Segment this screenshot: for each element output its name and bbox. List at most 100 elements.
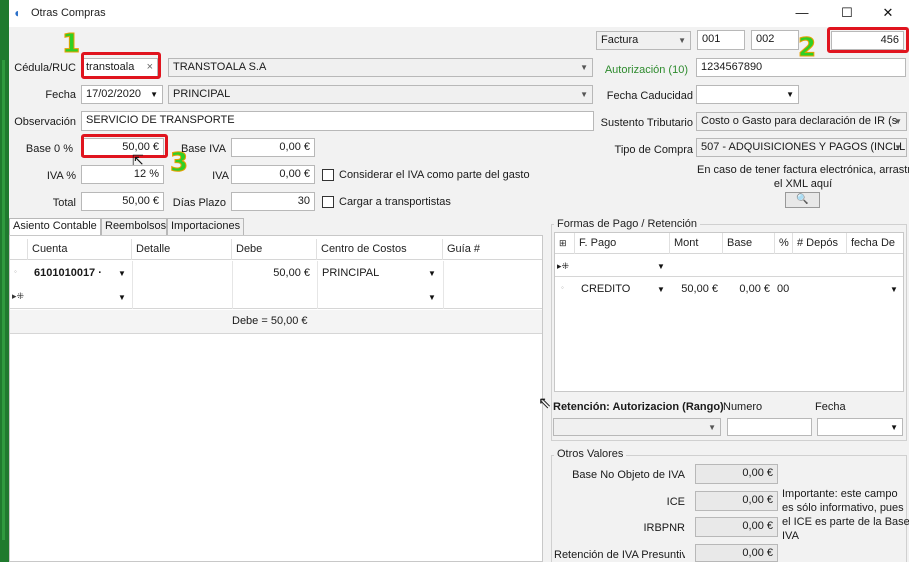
retencion-fecha-label: Fecha — [815, 401, 846, 413]
tab-importaciones[interactable]: Importaciones — [167, 218, 244, 235]
fpago-cell[interactable]: CREDITO — [581, 283, 630, 295]
proveedor-combo[interactable]: TRANSTOALA S.A ▼ — [168, 58, 593, 77]
window-title: Otras Compras — [31, 7, 106, 19]
chevron-down-icon[interactable]: ▼ — [118, 269, 126, 278]
chevron-down-icon[interactable]: ▼ — [428, 269, 436, 278]
observacion-value: SERVICIO DE TRANSPORTE — [86, 114, 235, 126]
mouse-cursor-icon: ⇖ — [538, 395, 552, 412]
col-depositos[interactable]: # Depós — [793, 233, 847, 254]
total-input[interactable]: 50,00 € — [81, 192, 164, 211]
col-centro-costos[interactable]: Centro de Costos — [317, 239, 443, 260]
chevron-down-icon: ▼ — [678, 36, 686, 45]
fecha-caducidad-picker[interactable]: ▼ — [696, 85, 799, 104]
retencion-label: Retención: Autorizacion (Rango) — [553, 401, 724, 413]
table-row[interactable]: ◦ 6101010017 · ▼ 50,00 € PRINCIPAL ▼ ▼ ▸… — [10, 261, 542, 309]
row-indicator-icon: ◦ — [561, 283, 564, 292]
formas-pago-grid: ⊞ F. Pago Mont Base % # Depós fecha De ▸… — [554, 232, 904, 392]
col-base[interactable]: Base — [723, 233, 775, 254]
observacion-input[interactable]: SERVICIO DE TRANSPORTE — [81, 111, 594, 131]
grid-options-icon[interactable]: ⊞ — [555, 233, 575, 254]
column-divider — [317, 261, 318, 309]
ice-input[interactable]: 0,00 € — [695, 491, 778, 511]
serie1-input[interactable]: 001 — [697, 30, 745, 50]
tab-reembolsos[interactable]: Reembolsos — [101, 218, 167, 235]
irbpnr-input[interactable]: 0,00 € — [695, 517, 778, 537]
base-iva-label: Base IVA — [180, 143, 226, 155]
ice-note-line-1: Importante: este campo — [782, 488, 898, 500]
xml-drop-button[interactable]: 🔍 — [785, 192, 820, 208]
asiento-grid-header: Cuenta Detalle Debe Centro de Costos Guí… — [10, 239, 542, 260]
sucursal-combo[interactable]: PRINCIPAL ▼ — [168, 85, 593, 104]
new-row-icon: ▸⁜ — [557, 261, 570, 271]
close-button[interactable]: ✕ — [868, 2, 908, 24]
maximize-button[interactable]: ☐ — [827, 2, 867, 24]
tab-asiento-contable[interactable]: Asiento Contable — [9, 218, 101, 236]
considerar-iva-checkbox[interactable] — [322, 169, 334, 181]
base-iva-input[interactable]: 0,00 € — [231, 138, 315, 157]
formas-pago-header: ⊞ F. Pago Mont Base % # Depós fecha De — [555, 233, 903, 254]
base-no-objeto-input[interactable]: 0,00 € — [695, 464, 778, 484]
column-divider — [132, 261, 133, 309]
total-label: Total — [52, 197, 76, 209]
sucursal-value: PRINCIPAL — [173, 88, 231, 100]
retencion-iva-input[interactable]: 0,00 € — [695, 544, 778, 562]
doc-type-combo[interactable]: Factura ▼ — [596, 31, 691, 50]
chevron-down-icon: ▼ — [786, 90, 794, 99]
iva-pct-label: IVA % — [46, 170, 76, 182]
chevron-down-icon[interactable]: ▼ — [657, 262, 665, 271]
col-fpago[interactable]: F. Pago — [575, 233, 670, 254]
chevron-down-icon: ▼ — [890, 423, 898, 432]
table-row[interactable]: ◦ CREDITO ▼ 50,00 € 0,00 € 00 ▼ — [555, 280, 903, 300]
iva-pct-input[interactable]: 12 % — [81, 165, 164, 184]
col-cuenta[interactable]: Cuenta — [28, 239, 132, 260]
chevron-down-icon[interactable]: ▼ — [428, 293, 436, 302]
row-selector-header — [10, 239, 28, 260]
dias-plazo-input[interactable]: 30 — [231, 192, 315, 211]
highlight-box-3 — [81, 134, 168, 158]
pct-cell[interactable]: 00 — [777, 283, 789, 295]
col-guia[interactable]: Guía # — [443, 239, 542, 260]
background-strip — [0, 0, 9, 562]
highlight-box-1 — [81, 52, 161, 79]
retencion-numero-input[interactable] — [727, 418, 812, 436]
marker-1: 1 — [61, 29, 81, 59]
centro-cell[interactable]: PRINCIPAL — [322, 267, 379, 279]
monto-cell[interactable]: 50,00 € — [670, 283, 718, 295]
serie2-input[interactable]: 002 — [751, 30, 799, 50]
ice-note-line-4: IVA — [782, 530, 799, 542]
col-fecha-dep[interactable]: fecha De — [847, 233, 903, 254]
debe-total: Debe = 50,00 € — [232, 315, 308, 327]
retencion-fecha-picker[interactable]: ▼ — [817, 418, 903, 436]
new-row[interactable]: ▸⁜ ▼ — [555, 255, 903, 277]
debe-cell[interactable]: 50,00 € — [232, 267, 310, 279]
chevron-down-icon[interactable]: ▼ — [657, 285, 665, 294]
column-divider — [443, 261, 444, 309]
ice-note-line-2: es sólo informativo, pues — [782, 502, 904, 514]
col-detalle[interactable]: Detalle — [132, 239, 232, 260]
asiento-footer: Debe = 50,00 € — [10, 310, 542, 334]
cuenta-cell[interactable]: 6101010017 · — [34, 267, 102, 279]
ice-label: ICE — [666, 496, 685, 508]
cargar-transportistas-checkbox[interactable] — [322, 196, 334, 208]
col-debe[interactable]: Debe — [232, 239, 317, 260]
col-pct[interactable]: % — [775, 233, 793, 254]
retencion-autorizacion-combo[interactable]: ▼ — [553, 418, 721, 436]
otros-valores-title: Otros Valores — [554, 448, 627, 460]
autorizacion-input[interactable]: 1234567890 — [696, 58, 906, 77]
chevron-down-icon: ▼ — [708, 423, 716, 432]
sustento-combo[interactable]: Costo o Gasto para declaración de IR (s … — [696, 112, 907, 131]
tipo-compra-combo[interactable]: 507 - ADQUISICIONES Y PAGOS (INCLL ▼ — [696, 138, 907, 157]
iva-input[interactable]: 0,00 € — [231, 165, 315, 184]
chevron-down-icon[interactable]: ▼ — [118, 293, 126, 302]
ice-note-line-3: el ICE es parte de la Base — [782, 516, 909, 528]
fecha-caducidad-label: Fecha Caducidad — [606, 90, 693, 102]
formas-pago-title: Formas de Pago / Retención — [554, 218, 701, 230]
new-row-icon: ▸⁜ — [12, 291, 25, 301]
mouse-cursor-icon: ⇱ — [132, 152, 144, 168]
chevron-down-icon[interactable]: ▼ — [890, 285, 898, 294]
otras-compras-window: ◖ Otras Compras — ☐ ✕ 1 Cédula/RUC trans… — [9, 0, 909, 562]
base-cell[interactable]: 0,00 € — [723, 283, 770, 295]
minimize-button[interactable]: — — [782, 2, 822, 24]
fecha-picker[interactable]: 17/02/2020 ▼ — [81, 85, 163, 104]
col-monto[interactable]: Mont — [670, 233, 723, 254]
